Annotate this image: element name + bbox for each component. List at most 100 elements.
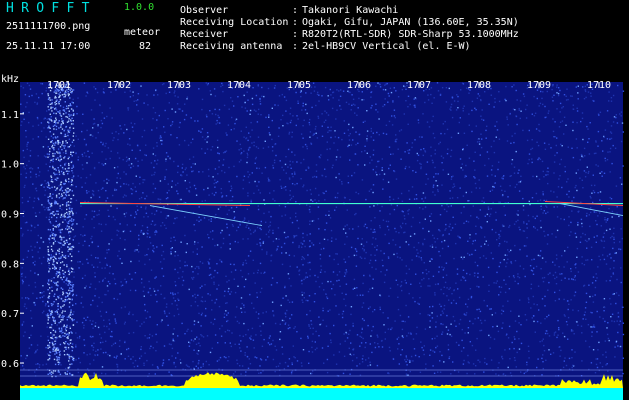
noise-dot: [318, 100, 320, 102]
noise-dot: [294, 326, 296, 328]
noise-dot: [439, 255, 441, 257]
noise-dot: [546, 170, 548, 173]
noise-dot: [202, 336, 205, 338]
noise-dot: [70, 108, 73, 110]
noise-dot: [124, 124, 126, 126]
noise-dot: [573, 333, 575, 335]
noise-dot: [595, 363, 598, 366]
noise-dot: [279, 331, 282, 333]
noise-dot: [590, 95, 592, 97]
noise-dot: [132, 356, 134, 358]
noise-dot: [451, 197, 454, 199]
noise-dot: [490, 308, 492, 310]
noise-dot: [60, 336, 62, 338]
noise-dot: [402, 211, 404, 213]
noise-dot: [143, 102, 145, 104]
noise-dot: [214, 269, 216, 272]
noise-dot: [616, 320, 618, 322]
noise-dot: [309, 189, 312, 191]
noise-dot: [88, 245, 90, 247]
noise-dot: [68, 118, 70, 120]
noise-dot: [431, 120, 433, 122]
noise-dot: [376, 204, 379, 206]
noise-dot: [604, 320, 606, 323]
noise-dot: [44, 189, 47, 192]
noise-dot: [314, 86, 316, 88]
noise-dot: [318, 286, 321, 288]
noise-dot: [242, 264, 244, 266]
noise-dot: [452, 361, 454, 363]
noise-dot: [62, 310, 64, 312]
noise-dot: [53, 172, 55, 174]
noise-dot: [335, 253, 337, 255]
noise-dot: [271, 301, 274, 303]
noise-dot: [484, 91, 486, 93]
noise-dot: [263, 199, 265, 201]
noise-dot: [240, 297, 243, 299]
noise-dot: [60, 246, 62, 248]
noise-dot: [347, 175, 349, 177]
noise-dot: [102, 341, 104, 343]
noise-dot: [567, 300, 569, 302]
noise-dot: [452, 315, 455, 318]
noise-dot: [71, 281, 73, 283]
noise-dot: [374, 217, 376, 219]
noise-dot: [115, 131, 117, 133]
noise-dot: [440, 323, 442, 325]
noise-dot: [69, 342, 72, 344]
noise-dot: [612, 273, 615, 275]
noise-dot: [580, 153, 583, 156]
noise-dot: [47, 300, 49, 303]
noise-dot: [264, 140, 266, 142]
noise-dot: [327, 159, 329, 161]
noise-dot: [406, 335, 408, 337]
noise-dot: [427, 285, 429, 287]
noise-dot: [547, 289, 549, 291]
noise-dot: [345, 232, 347, 234]
noise-dot: [546, 243, 549, 245]
noise-dot: [52, 370, 55, 372]
noise-dot: [364, 120, 366, 122]
noise-dot: [590, 197, 592, 199]
noise-dot: [430, 213, 433, 215]
noise-dot: [47, 138, 50, 140]
noise-dot: [47, 156, 49, 158]
noise-dot: [161, 319, 163, 321]
noise-dot: [463, 132, 466, 134]
noise-dot: [95, 137, 97, 139]
noise-dot: [297, 102, 299, 104]
noise-dot: [330, 229, 333, 232]
noise-dot: [111, 330, 113, 333]
noise-dot: [383, 281, 386, 284]
noise-dot: [523, 245, 526, 247]
noise-dot: [60, 195, 62, 198]
noise-dot: [47, 305, 50, 307]
noise-dot: [448, 233, 450, 235]
noise-dot: [247, 238, 249, 240]
noise-dot: [326, 141, 328, 143]
noise-dot: [173, 160, 175, 163]
noise-dot: [256, 357, 258, 359]
noise-dot: [494, 182, 496, 184]
noise-dot: [24, 331, 26, 333]
noise-dot: [563, 133, 565, 135]
noise-dot: [520, 371, 522, 373]
noise-dot: [260, 220, 262, 223]
noise-dot: [67, 255, 70, 257]
noise-dot: [408, 198, 411, 200]
noise-dot: [424, 151, 427, 153]
noise-dot: [481, 200, 483, 202]
noise-dot: [68, 332, 70, 334]
noise-dot: [325, 293, 327, 295]
noise-dot: [70, 153, 72, 155]
noise-dot: [590, 246, 593, 248]
noise-dot: [467, 332, 469, 334]
noise-dot: [414, 97, 417, 99]
noise-dot: [108, 328, 110, 330]
noise-dot: [335, 238, 337, 240]
noise-dot: [191, 170, 193, 173]
noise-dot: [201, 136, 204, 138]
noise-dot: [166, 303, 168, 305]
noise-dot: [139, 149, 141, 152]
noise-dot: [576, 189, 578, 192]
